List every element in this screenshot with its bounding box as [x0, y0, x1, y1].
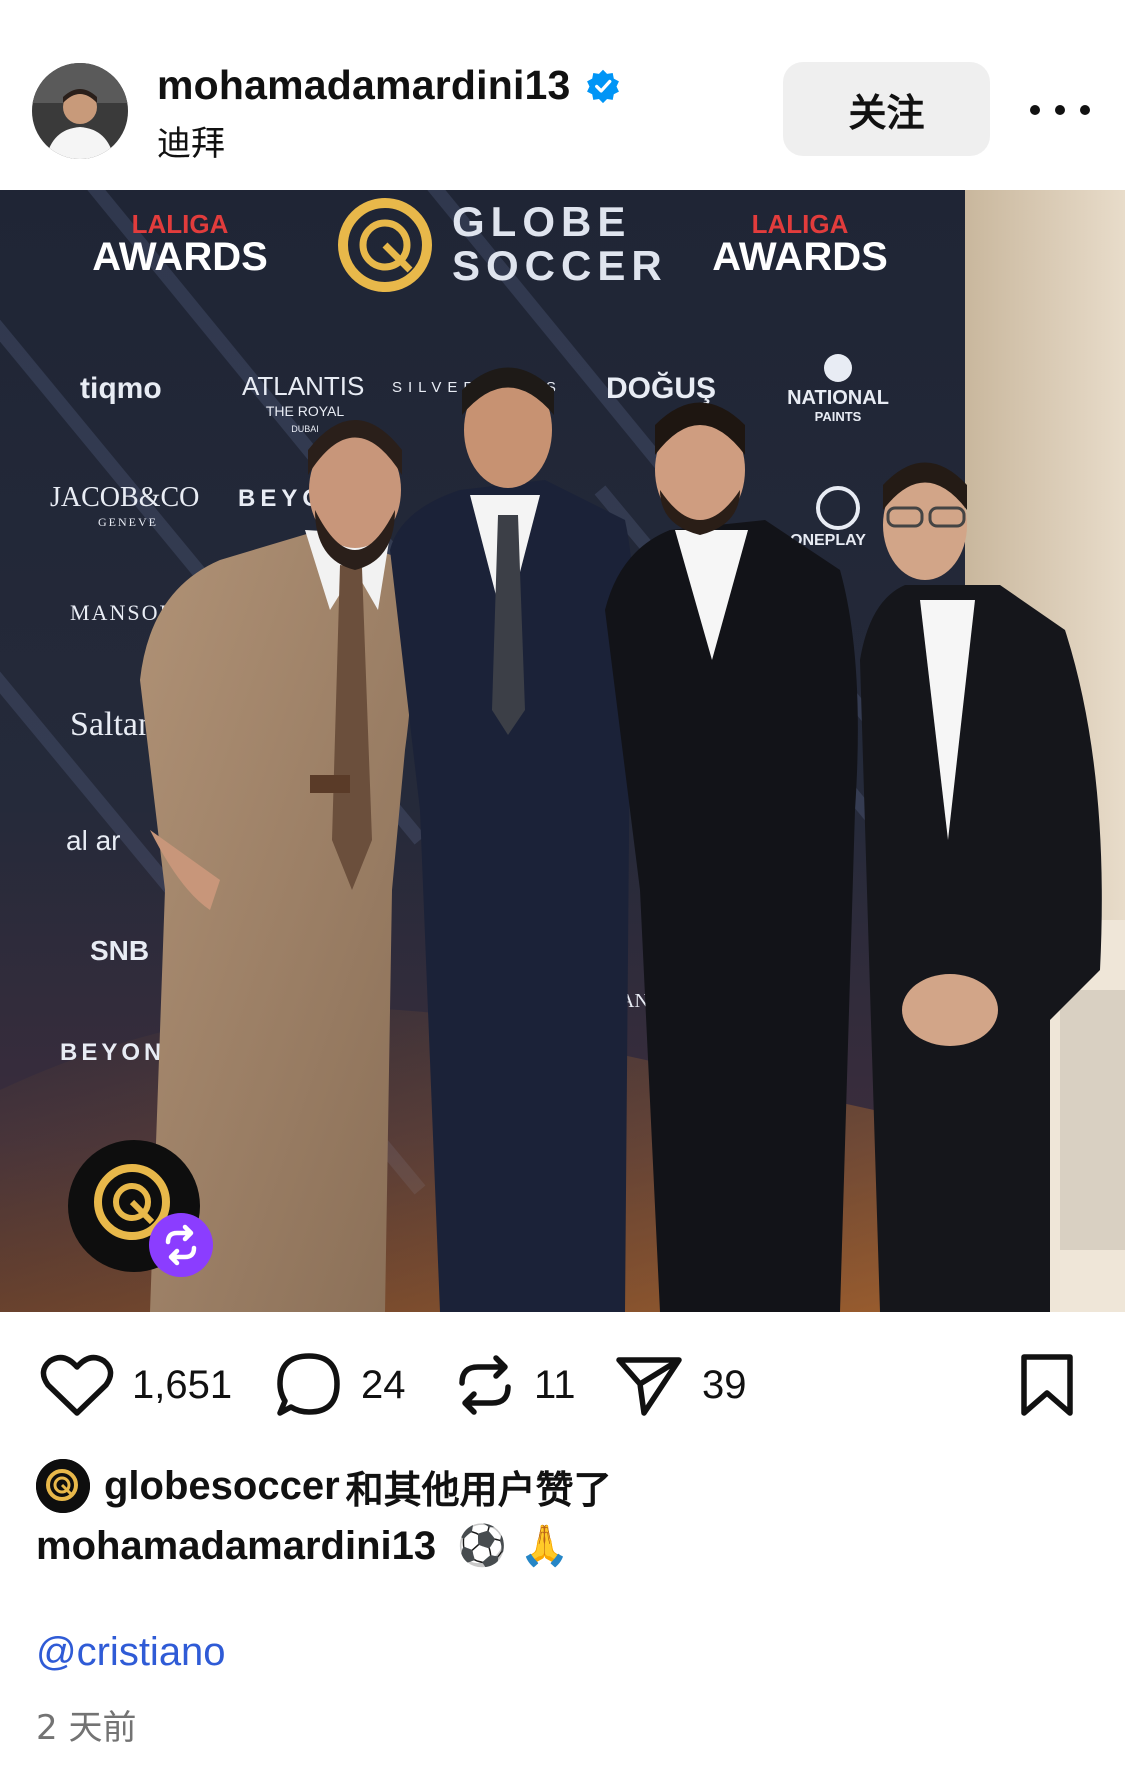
svg-text:NATIONAL: NATIONAL: [787, 387, 889, 409]
follow-button[interactable]: 关注: [783, 62, 990, 156]
heart-icon[interactable]: [40, 1353, 114, 1417]
post-image[interactable]: LALIGA AWARDS LALIGA AWARDS GLOBE SOCCER…: [0, 190, 1125, 1312]
username[interactable]: mohamadamardini13: [157, 62, 621, 109]
like-count[interactable]: 1,651: [132, 1363, 232, 1408]
svg-text:AWARDS: AWARDS: [712, 235, 888, 279]
post-caption: mohamadamardini13 ⚽️ 🙏: [36, 1522, 570, 1569]
svg-text:JACOB&CO: JACOB&CO: [50, 482, 199, 513]
liked-by-row[interactable]: globesoccer 和其他用户赞了: [36, 1458, 612, 1514]
liked-by-text[interactable]: 和其他用户赞了: [346, 1459, 612, 1514]
svg-text:GENEVE: GENEVE: [98, 515, 158, 529]
caption-text: ⚽️ 🙏: [457, 1523, 570, 1569]
svg-text:SNB: SNB: [90, 935, 149, 966]
share-icon[interactable]: [614, 1352, 684, 1418]
repost-count[interactable]: 11: [534, 1363, 576, 1408]
caption-username[interactable]: mohamadamardini13: [36, 1524, 436, 1568]
verified-badge-icon: [586, 69, 619, 103]
repost-icon[interactable]: [454, 1351, 516, 1419]
mention-link[interactable]: @cristiano: [36, 1630, 226, 1675]
liked-by-avatar[interactable]: [36, 1459, 90, 1513]
svg-text:SOCCER: SOCCER: [452, 242, 668, 289]
svg-text:THE ROYAL: THE ROYAL: [266, 403, 345, 419]
save-action[interactable]: [1018, 1340, 1076, 1430]
svg-text:ATLANTIS: ATLANTIS: [242, 371, 364, 401]
post-header: mohamadamardini13 迪拜 关注: [0, 0, 1125, 190]
bookmark-icon[interactable]: [1018, 1353, 1076, 1417]
svg-text:PAINTS: PAINTS: [815, 409, 862, 424]
svg-text:BEYON: BEYON: [60, 1039, 165, 1066]
post-timestamp: 2 天前: [36, 1708, 137, 1748]
svg-text:tiqmo: tiqmo: [80, 372, 162, 405]
liked-by-username[interactable]: globesoccer: [104, 1464, 340, 1509]
svg-text:GLOBE: GLOBE: [452, 198, 631, 245]
repost-action[interactable]: 11: [454, 1340, 576, 1430]
like-action[interactable]: 1,651: [40, 1340, 232, 1430]
svg-text:al ar: al ar: [66, 825, 120, 856]
post-actions: 1,651 24 11 39: [0, 1340, 1125, 1430]
svg-text:DUBAI: DUBAI: [291, 424, 319, 434]
more-options-icon[interactable]: [1030, 88, 1090, 132]
share-action[interactable]: 39: [614, 1340, 747, 1430]
svg-text:DOĞUŞ: DOĞUŞ: [606, 371, 716, 405]
user-avatar[interactable]: [32, 63, 128, 159]
repost-badge-icon: [149, 1213, 213, 1277]
username-text[interactable]: mohamadamardini13: [157, 62, 571, 109]
comment-action[interactable]: 24: [275, 1340, 406, 1430]
svg-text:AWARDS: AWARDS: [92, 235, 268, 279]
comment-count[interactable]: 24: [361, 1363, 406, 1408]
location-label[interactable]: 迪拜: [157, 116, 225, 165]
share-count[interactable]: 39: [702, 1363, 747, 1408]
comment-icon[interactable]: [275, 1351, 343, 1419]
